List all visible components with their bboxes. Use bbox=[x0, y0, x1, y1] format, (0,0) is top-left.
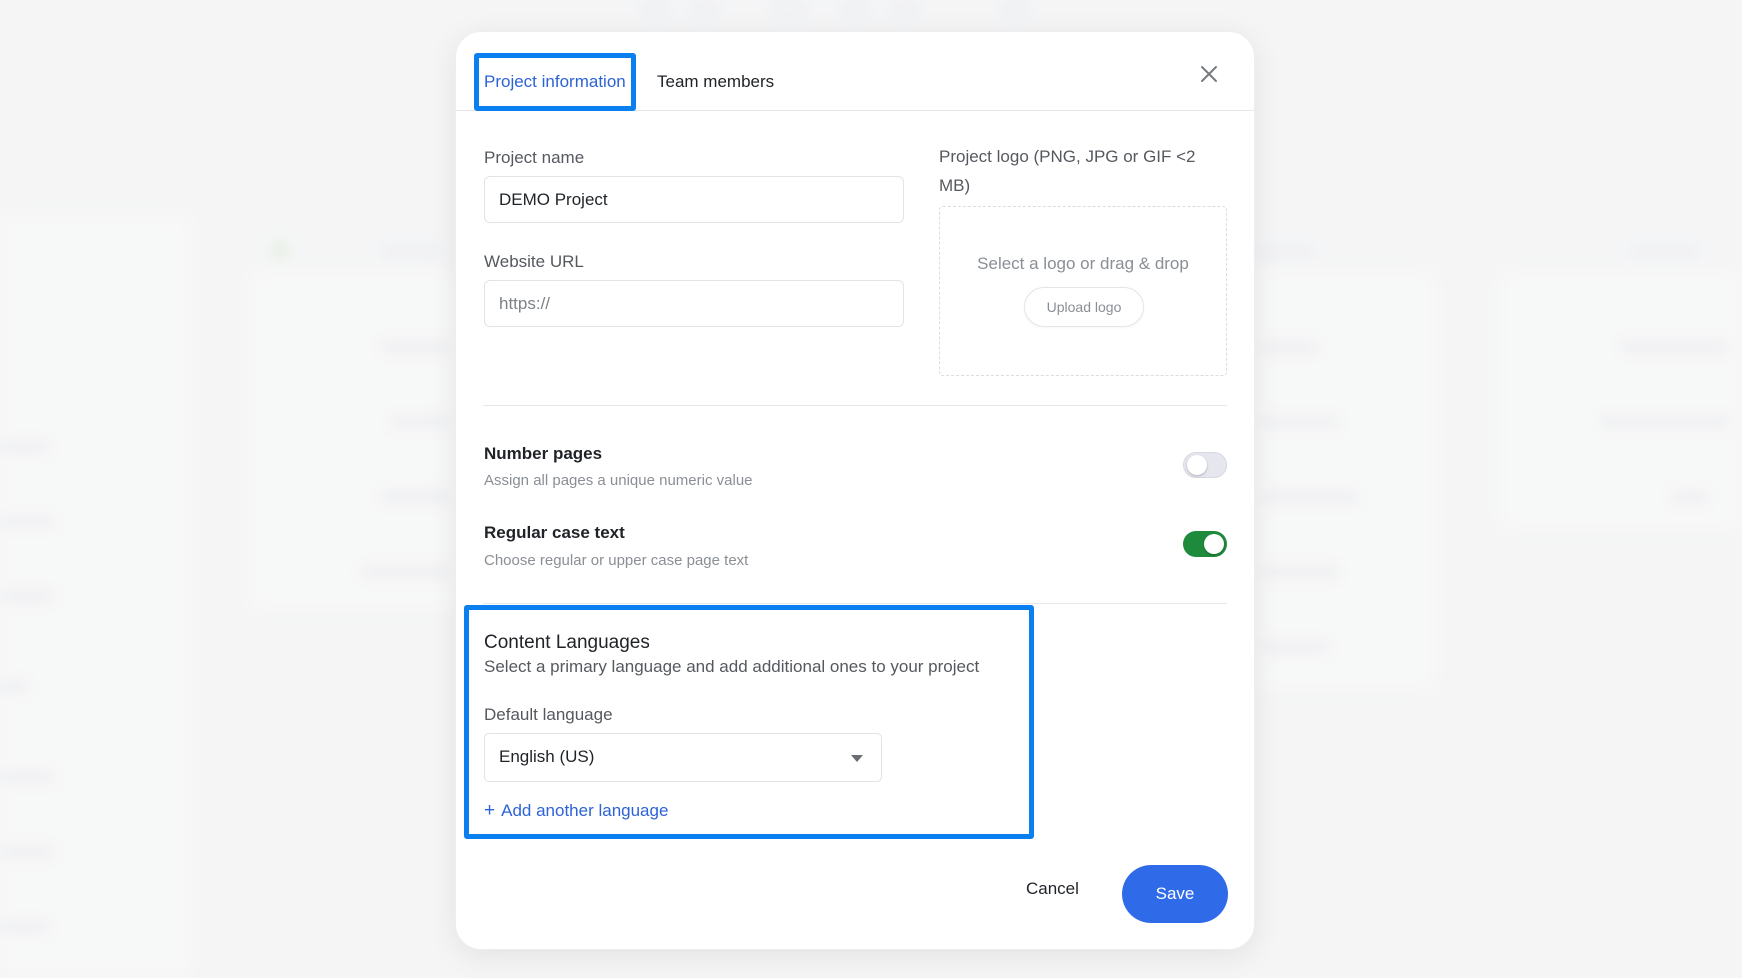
logo-dropzone[interactable]: Select a logo or drag & drop Upload logo bbox=[939, 206, 1227, 376]
chevron-down-icon bbox=[851, 755, 863, 762]
website-url-input[interactable] bbox=[484, 280, 904, 327]
regular-case-text-title: Regular case text bbox=[484, 523, 625, 542]
plus-icon: + bbox=[484, 800, 496, 821]
regular-case-text-toggle[interactable] bbox=[1183, 531, 1227, 557]
save-button[interactable]: Save bbox=[1122, 865, 1228, 923]
cancel-button[interactable]: Cancel bbox=[1026, 879, 1079, 899]
project-settings-dialog: Project information Team members Project… bbox=[455, 31, 1255, 950]
number-pages-title: Number pages bbox=[484, 444, 603, 463]
divider bbox=[483, 405, 1227, 406]
close-button[interactable] bbox=[1194, 59, 1224, 89]
number-pages-description: Assign all pages a unique numeric value bbox=[484, 472, 753, 489]
tab-project-information[interactable]: Project information bbox=[474, 53, 636, 111]
divider bbox=[483, 603, 1227, 604]
tab-bar: Project information Team members bbox=[456, 32, 1254, 111]
add-another-language-link[interactable]: + Add another language bbox=[484, 800, 668, 822]
toggle-knob bbox=[1187, 455, 1207, 475]
regular-case-text-description: Choose regular or upper case page text bbox=[484, 552, 749, 569]
dropzone-hint: Select a logo or drag & drop bbox=[977, 254, 1189, 273]
project-name-label: Project name bbox=[484, 148, 585, 167]
default-language-value: English (US) bbox=[499, 747, 595, 766]
website-url-label: Website URL bbox=[484, 252, 584, 271]
tab-team-members[interactable]: Team members bbox=[657, 72, 774, 92]
toggle-knob bbox=[1204, 534, 1224, 554]
close-icon bbox=[1201, 66, 1217, 82]
upload-logo-button[interactable]: Upload logo bbox=[1024, 287, 1144, 327]
default-language-select[interactable]: English (US) bbox=[484, 733, 882, 782]
content-languages-description: Select a primary language and add additi… bbox=[484, 657, 980, 676]
project-name-input[interactable] bbox=[484, 176, 904, 223]
default-language-label: Default language bbox=[484, 705, 613, 724]
add-another-language-label: Add another language bbox=[501, 801, 669, 820]
number-pages-toggle[interactable] bbox=[1183, 452, 1227, 478]
project-logo-label: Project logo (PNG, JPG or GIF <2 MB) bbox=[939, 147, 1196, 195]
content-languages-title: Content Languages bbox=[484, 632, 650, 653]
